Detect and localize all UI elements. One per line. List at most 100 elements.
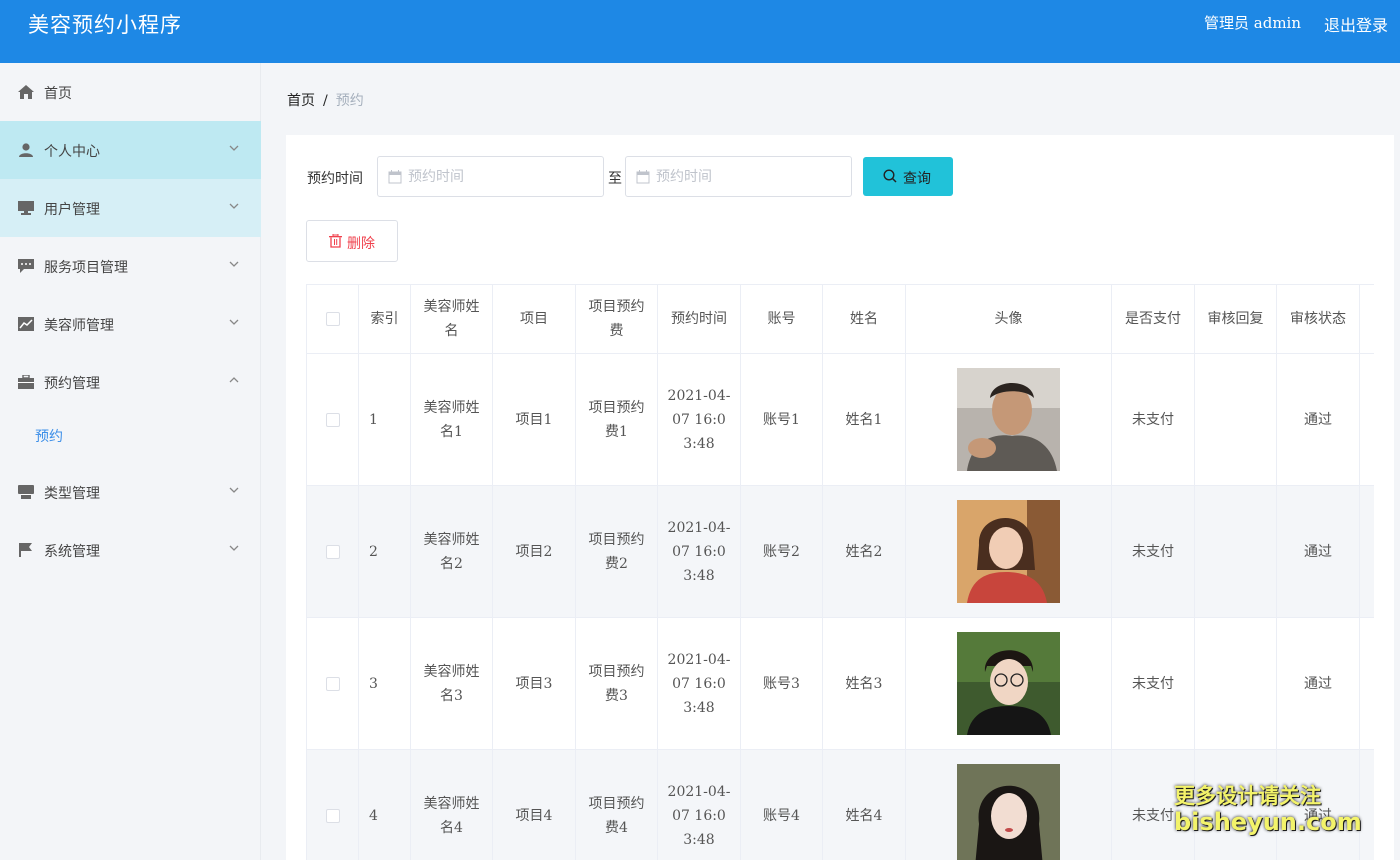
sidebar-item-service-management[interactable]: 服务项目管理 <box>0 237 261 295</box>
select-all-cell <box>307 285 359 353</box>
cell-avatar <box>906 354 1112 485</box>
search-button[interactable]: 查询 <box>863 157 953 196</box>
cell-account: 账号3 <box>741 618 823 749</box>
cell-time: 2021-04-07 16:03:48 <box>658 750 741 860</box>
sidebar-item-beautician-management[interactable]: 美容师管理 <box>0 295 261 353</box>
home-icon <box>18 85 34 99</box>
cell-project: 项目2 <box>493 486 576 617</box>
cell-extra <box>1360 486 1374 617</box>
sidebar-item-label: 用户管理 <box>44 202 100 218</box>
end-date-field[interactable] <box>625 156 852 197</box>
cell-avatar <box>906 618 1112 749</box>
cell-status: 通过 <box>1277 486 1360 617</box>
sidebar: 首页 个人中心 用户管理 服务项目管理 美容师管理 预约管理 预约 类型管理 系… <box>0 63 261 860</box>
watermark-line2: bisheyun.com <box>1174 808 1362 836</box>
row-checkbox[interactable] <box>325 676 340 691</box>
calendar-icon <box>636 170 650 184</box>
column-header-extra <box>1360 285 1374 353</box>
cell-beautician: 美容师姓名4 <box>411 750 493 860</box>
chevron-down-icon <box>228 484 240 496</box>
column-header: 项目 <box>493 285 576 353</box>
sidebar-item-type-management[interactable]: 类型管理 <box>0 463 261 521</box>
cell-reply <box>1195 354 1277 485</box>
cell-project: 项目3 <box>493 618 576 749</box>
cell-fee: 项目预约费4 <box>576 750 658 860</box>
cell-extra <box>1360 354 1374 485</box>
select-all-checkbox[interactable] <box>325 312 340 326</box>
cell-avatar <box>906 750 1112 860</box>
chevron-down-icon <box>228 316 240 328</box>
monitor-icon <box>18 201 34 215</box>
cell-paid: 未支付 <box>1112 354 1195 485</box>
cell-extra <box>1360 750 1374 860</box>
cell-paid: 未支付 <box>1112 618 1195 749</box>
sidebar-item-personal-center[interactable]: 个人中心 <box>0 121 261 179</box>
admin-label: 管理员 admin <box>1204 14 1301 32</box>
breadcrumb-separator: / <box>323 93 328 109</box>
cell-beautician: 美容师姓名1 <box>411 354 493 485</box>
delete-button[interactable]: 删除 <box>306 220 398 262</box>
cell-beautician: 美容师姓名2 <box>411 486 493 617</box>
cell-reply <box>1195 618 1277 749</box>
chevron-down-icon <box>228 200 240 212</box>
chevron-up-icon <box>228 374 240 386</box>
calendar-icon <box>388 170 402 184</box>
sidebar-item-appointment-management[interactable]: 预约管理 <box>0 353 261 411</box>
sidebar-item-label: 个人中心 <box>44 144 100 160</box>
column-header: 头像 <box>906 285 1112 353</box>
user-icon <box>18 143 34 157</box>
cell-status: 通过 <box>1277 618 1360 749</box>
row-checkbox[interactable] <box>325 544 340 559</box>
search-label: 预约时间 <box>307 171 363 187</box>
delete-button-label: 删除 <box>347 236 375 252</box>
cell-index: 3 <box>359 618 411 749</box>
cell-time: 2021-04-07 16:03:48 <box>658 618 741 749</box>
column-header: 审核状态 <box>1277 285 1360 353</box>
sidebar-subitem-appointment[interactable]: 预约 <box>0 411 261 461</box>
logout-link[interactable]: 退出登录 <box>1324 12 1388 36</box>
search-button-label: 查询 <box>903 171 931 187</box>
column-header: 审核回复 <box>1195 285 1277 353</box>
cell-fee: 项目预约费3 <box>576 618 658 749</box>
row-select-cell <box>307 486 359 617</box>
app-title: 美容预约小程序 <box>28 13 182 37</box>
avatar-image <box>957 500 1060 603</box>
breadcrumb-home[interactable]: 首页 <box>287 93 315 109</box>
cell-account: 账号1 <box>741 354 823 485</box>
table-row: 2 美容师姓名2 项目2 项目预约费2 2021-04-07 16:03:48 … <box>307 486 1374 618</box>
column-header: 项目预约费 <box>576 285 658 353</box>
sidebar-item-system-management[interactable]: 系统管理 <box>0 521 261 579</box>
cell-status: 通过 <box>1277 354 1360 485</box>
cell-index: 2 <box>359 486 411 617</box>
date-range-separator: 至 <box>608 171 622 187</box>
cell-avatar <box>906 486 1112 617</box>
row-checkbox[interactable] <box>325 412 340 427</box>
briefcase-icon <box>18 375 34 389</box>
row-select-cell <box>307 354 359 485</box>
column-header: 是否支付 <box>1112 285 1195 353</box>
avatar-image <box>957 632 1060 735</box>
cell-project: 项目4 <box>493 750 576 860</box>
table-row: 1 美容师姓名1 项目1 项目预约费1 2021-04-07 16:03:48 … <box>307 354 1374 486</box>
trash-icon <box>329 234 342 248</box>
table-row: 3 美容师姓名3 项目3 项目预约费3 2021-04-07 16:03:48 … <box>307 618 1374 750</box>
start-date-input[interactable] <box>408 165 593 189</box>
printer-icon <box>18 485 34 499</box>
sidebar-item-user-management[interactable]: 用户管理 <box>0 179 261 237</box>
cell-reply <box>1195 486 1277 617</box>
end-date-input[interactable] <box>656 165 841 189</box>
sidebar-item-label: 服务项目管理 <box>44 260 128 276</box>
cell-fee: 项目预约费2 <box>576 486 658 617</box>
cell-index: 1 <box>359 354 411 485</box>
chevron-down-icon <box>228 542 240 554</box>
sidebar-item-home[interactable]: 首页 <box>0 63 261 121</box>
row-select-cell <box>307 750 359 860</box>
cell-extra <box>1360 618 1374 749</box>
column-header: 预约时间 <box>658 285 741 353</box>
cell-account: 账号4 <box>741 750 823 860</box>
row-checkbox[interactable] <box>325 808 340 823</box>
row-select-cell <box>307 618 359 749</box>
watermark: 更多设计请关注 bisheyun.com <box>1174 783 1362 835</box>
cell-account: 账号2 <box>741 486 823 617</box>
start-date-field[interactable] <box>377 156 604 197</box>
